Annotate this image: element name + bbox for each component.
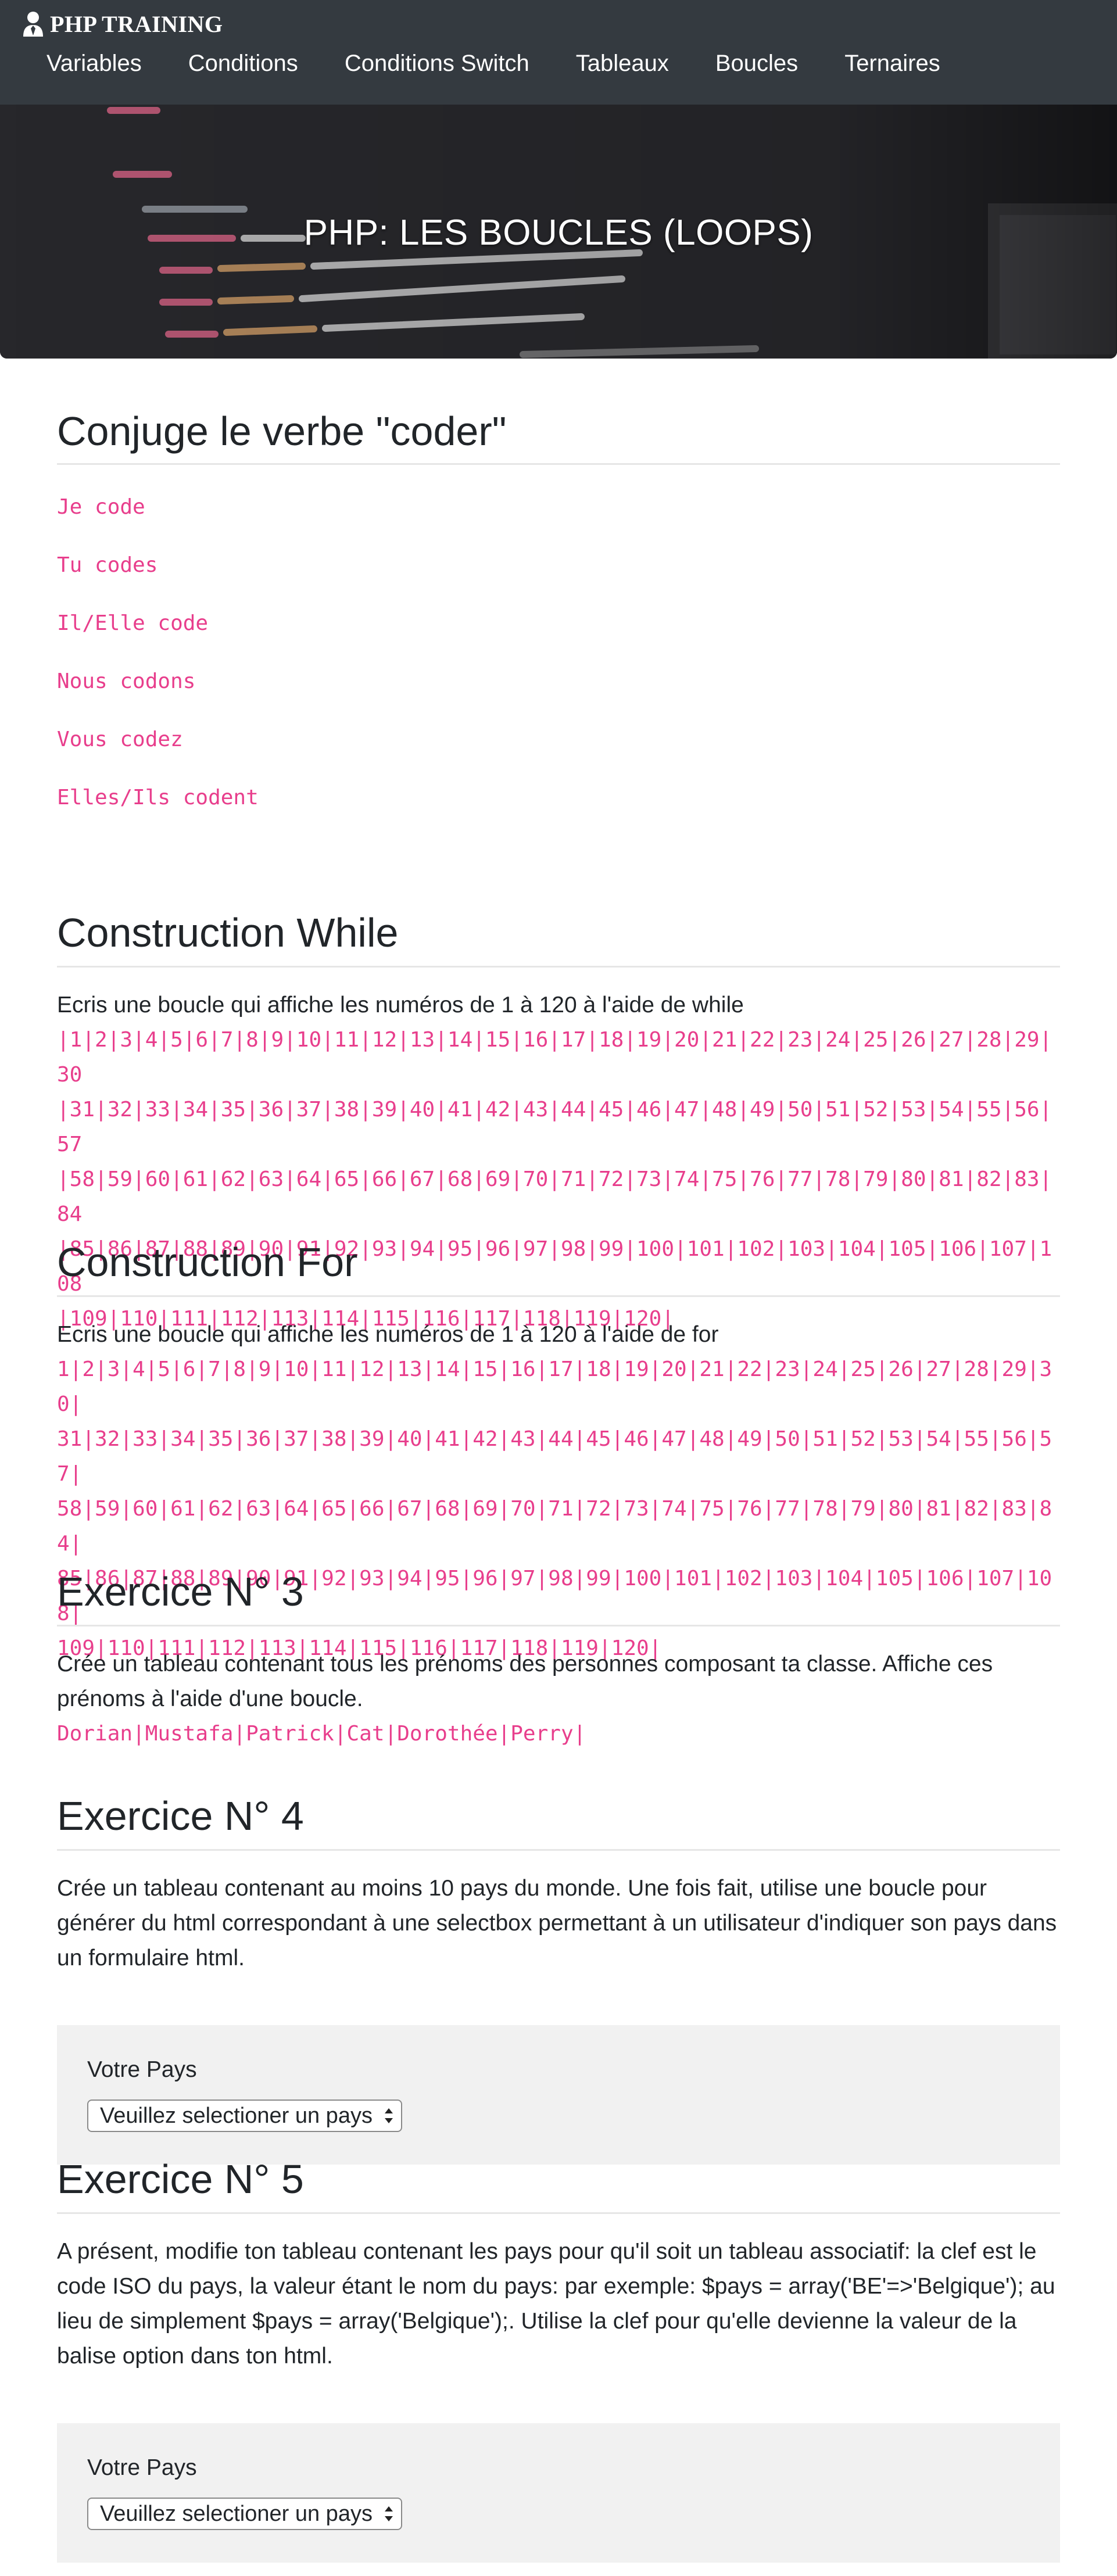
section-description-line: Crée un tableau contenant au moins 10 pa…	[57, 1876, 987, 1901]
nav-links: Variables Conditions Conditions Switch T…	[46, 48, 987, 79]
country-label: Votre Pays	[87, 2057, 197, 2082]
section-title: Exercice N° 3	[57, 1569, 304, 1614]
navbar: PHP TRAINING Variables Conditions Condit…	[0, 0, 1117, 105]
country-iso-select[interactable]: Veuillez selectioner un pays	[87, 2498, 402, 2530]
section-conjugaison: Conjuge le verbe "coder" Je code Tu code…	[57, 405, 1060, 839]
country-iso-form: Votre Pays Veuillez selectioner un pays	[57, 2423, 1060, 2563]
country-form: Votre Pays Veuillez selectioner un pays	[57, 2025, 1060, 2165]
section-description-line: code ISO du pays, la valeur étant le nom…	[57, 2274, 1055, 2299]
nav-link-variables[interactable]: Variables	[46, 48, 165, 79]
brand-title: PHP TRAINING	[50, 10, 223, 37]
output-line: |58|59|60|61|62|63|64|65|66|67|68|69|70|…	[57, 1167, 1052, 1226]
output-line: 58|59|60|61|62|63|64|65|66|67|68|69|70|7…	[57, 1497, 1052, 1556]
conjugation-line: Nous codons	[57, 669, 196, 693]
nav-link-conditions-switch[interactable]: Conditions Switch	[345, 48, 553, 79]
page-title: PHP: LES BOUCLES (LOOPS)	[303, 213, 814, 253]
section-description: Ecris une boucle qui affiche les numéros…	[57, 993, 744, 1017]
country-label: Votre Pays	[87, 2455, 197, 2480]
section-description-line: prénoms à l'aide d'une boucle.	[57, 1686, 363, 1711]
output-line: |1|2|3|4|5|6|7|8|9|10|11|12|13|14|15|16|…	[57, 1028, 1052, 1087]
conjugation-line: Elles/Ils codent	[57, 786, 259, 809]
nav-link-tableaux[interactable]: Tableaux	[576, 48, 692, 79]
conjugation-line: Vous codez	[57, 728, 183, 751]
output-line: 31|32|33|34|35|36|37|38|39|40|41|42|43|4…	[57, 1427, 1052, 1486]
nav-link-ternaires[interactable]: Ternaires	[844, 48, 964, 79]
section-exercice-5: Exercice N° 5 A présent, modifie ton tab…	[57, 2153, 1060, 2563]
brand[interactable]: PHP TRAINING	[22, 8, 223, 40]
country-select[interactable]: Veuillez selectioner un pays	[87, 2100, 402, 2132]
conjugation-line: Je code	[57, 495, 145, 519]
names-output: Dorian|Mustafa|Patrick|Cat|Dorothée|Perr…	[57, 1722, 586, 1746]
divider	[57, 1625, 1060, 1626]
country-select-value: Veuillez selectioner un pays	[100, 2502, 373, 2526]
select-arrows-icon	[385, 2108, 393, 2123]
section-title: Construction For	[57, 1239, 358, 1285]
divider	[57, 1849, 1060, 1851]
section-title: Exercice N° 5	[57, 2156, 304, 2202]
section-title: Construction While	[57, 910, 399, 955]
conjugation-list: Je code Tu codes Il/Elle code Nous codon…	[57, 490, 1060, 839]
select-arrows-icon	[385, 2506, 393, 2521]
nav-link-conditions[interactable]: Conditions	[188, 48, 321, 79]
user-icon	[23, 12, 43, 37]
conjugation-line: Il/Elle code	[57, 611, 209, 635]
output-line: |31|32|33|34|35|36|37|38|39|40|41|42|43|…	[57, 1098, 1052, 1156]
section-exercice-4: Exercice N° 4 Crée un tableau contenant …	[57, 1790, 1060, 2165]
divider	[57, 966, 1060, 968]
country-select-value: Veuillez selectioner un pays	[100, 2104, 373, 2128]
output-line: 1|2|3|4|5|6|7|8|9|10|11|12|13|14|15|16|1…	[57, 1357, 1052, 1416]
divider	[57, 463, 1060, 465]
section-description-line: lieu de simplement $pays = array('Belgiq…	[57, 2309, 1017, 2334]
section-description-line: Crée un tableau contenant tous les préno…	[57, 1651, 993, 1676]
nav-link-boucles[interactable]: Boucles	[715, 48, 821, 79]
divider	[57, 1295, 1060, 1297]
section-exercice-3: Exercice N° 3 Crée un tableau contenant …	[57, 1565, 1060, 1751]
section-description-line: A présent, modifie ton tableau contenant…	[57, 2239, 1037, 2264]
section-title: Exercice N° 4	[57, 1793, 304, 1839]
hero-banner: PHP: LES BOUCLES (LOOPS)	[0, 105, 1117, 359]
section-description-line: balise option dans ton html.	[57, 2344, 333, 2369]
conjugation-line: Tu codes	[57, 553, 158, 577]
divider	[57, 2212, 1060, 2214]
section-description-line: un formulaire html.	[57, 1946, 245, 1970]
section-description: Ecris une boucle qui affiche les numéros…	[57, 1322, 719, 1347]
section-description-line: générer du html correspondant à une sele…	[57, 1911, 1057, 1936]
section-title: Conjuge le verbe "coder"	[57, 409, 507, 454]
